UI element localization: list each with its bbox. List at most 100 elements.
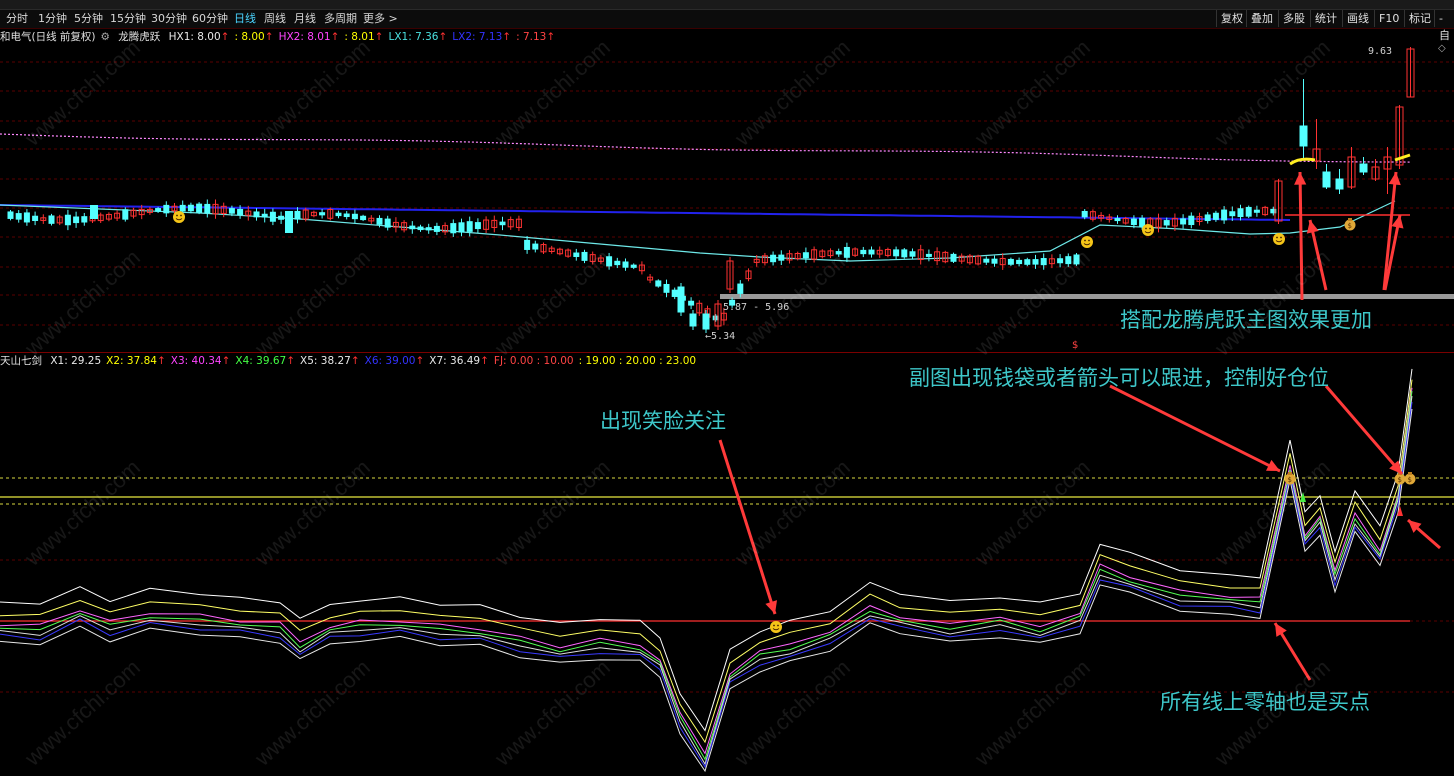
auto-button[interactable]: -自 <box>1434 10 1454 42</box>
smile-icon <box>770 621 782 633</box>
settings-icon[interactable]: ⚙ <box>101 31 110 43</box>
candle-body <box>458 222 465 233</box>
sub-legend-item: : 19.00 : 20.00 : 23.00 <box>578 355 697 367</box>
candle-body <box>253 211 260 218</box>
period-tab-15min[interactable]: 15分钟 <box>110 11 146 27</box>
smiley-face <box>770 621 782 633</box>
candle-body <box>893 249 900 257</box>
money-bag-icon: $ <box>1404 472 1416 485</box>
smiley-eye <box>773 624 775 627</box>
main-legend: 和电气(日线 前复权) ⚙ 龙腾虎跃 HX1: 8.00↑: 8.00↑ HX2: … <box>0 30 565 44</box>
candle-body <box>1237 208 1244 218</box>
high-price-label: 9.63 <box>1368 46 1393 57</box>
expand-icon[interactable]: ◇ <box>1438 43 1446 54</box>
smile-icon <box>1142 224 1154 236</box>
multi-stock-button[interactable]: 多股 <box>1278 10 1309 27</box>
money-bag-neck <box>1288 472 1292 475</box>
candle-body <box>261 213 268 218</box>
candle-body <box>450 223 457 234</box>
candle-body <box>319 212 326 216</box>
candle-body <box>204 203 211 214</box>
up-arrow-icon: ↑ <box>350 355 360 367</box>
period-tab-fenshi[interactable]: 分时 <box>6 11 28 27</box>
candle-body <box>1245 206 1252 217</box>
draw-line-button[interactable]: 画线 <box>1342 10 1373 27</box>
money-bag-neck <box>1398 472 1402 475</box>
candle-body <box>712 315 719 321</box>
mark-button[interactable]: 标记 <box>1404 10 1435 27</box>
smile-icon <box>173 211 185 223</box>
candle-body <box>868 249 875 255</box>
dollar-marker: $ <box>1072 340 1079 351</box>
up-arrow-icon: ↑ <box>330 31 340 43</box>
candle-body <box>622 261 629 268</box>
money-bag-neck <box>1348 218 1352 221</box>
candle-body <box>237 208 244 216</box>
candle-body <box>425 227 432 231</box>
money-bag-icon: $ <box>1394 472 1406 485</box>
candle-body <box>1040 258 1047 266</box>
candle-body <box>1359 163 1368 173</box>
sub-legend-item: X6: 39.00↑ <box>364 355 425 367</box>
sub-legend-item: X7: 36.49↑ <box>429 355 489 367</box>
up-arrow-icon: ↑ <box>220 31 230 43</box>
overlay-button[interactable]: 叠加 <box>1246 10 1277 27</box>
candle-body <box>64 214 71 226</box>
candle-body <box>1163 220 1170 226</box>
price-band <box>720 294 1454 299</box>
smile-icon <box>1273 233 1285 245</box>
candle-body <box>983 258 990 263</box>
up-arrow-icon: ↑ <box>480 355 489 367</box>
smiley-face <box>173 211 185 223</box>
candle-body <box>196 203 203 213</box>
f10-button[interactable]: F10 <box>1374 10 1403 27</box>
candle-body <box>15 213 22 220</box>
ma-line-pink <box>0 133 1411 163</box>
sub-legend-item: X3: 40.34↑ <box>170 355 231 367</box>
candle-body <box>1016 259 1023 265</box>
period-tab-5min[interactable]: 5分钟 <box>74 11 103 27</box>
candle-body <box>770 254 777 263</box>
period-tab-multi[interactable]: 多周期 <box>324 11 357 27</box>
smiley-eye <box>176 214 178 217</box>
candle-body <box>689 313 697 327</box>
period-tab-30min[interactable]: 30分钟 <box>151 11 187 27</box>
statistics-button[interactable]: 统计 <box>1310 10 1341 27</box>
up-arrow-icon: ↑ <box>286 355 296 367</box>
candle-body <box>737 283 744 294</box>
sub-legend-item: X2: 37.84↑ <box>106 355 166 367</box>
smiley-face <box>1142 224 1154 236</box>
candle-body <box>81 216 88 223</box>
main-legend-item: : 8.00↑ <box>234 31 274 43</box>
smile-icon <box>1081 236 1093 248</box>
up-arrow-icon: ↑ <box>156 355 166 367</box>
candle-body <box>778 254 785 261</box>
fuquan-button[interactable]: 复权 <box>1216 10 1247 27</box>
candle-body <box>360 215 367 221</box>
candle-body <box>163 204 170 214</box>
candle-body <box>1212 212 1219 220</box>
candle-body <box>1024 259 1031 265</box>
period-tab-daily[interactable]: 日线 <box>234 11 256 27</box>
candle-body <box>433 225 440 232</box>
candle-body <box>573 252 580 257</box>
annotation-sub-follow: 副图出现钱袋或者箭头可以跟进，控制好仓位 <box>909 366 1329 390</box>
money-bag-symbol: $ <box>1408 476 1412 484</box>
candle-body <box>663 283 670 293</box>
candle-body <box>614 260 621 266</box>
period-tab-60min[interactable]: 60分钟 <box>192 11 228 27</box>
candle-body <box>285 211 293 233</box>
candle-body <box>417 226 424 231</box>
candle-body <box>1114 218 1121 222</box>
candle-body <box>269 211 276 222</box>
period-tab-monthly[interactable]: 月线 <box>294 11 316 27</box>
candle-body <box>1180 218 1187 225</box>
period-tab-weekly[interactable]: 周线 <box>264 11 286 27</box>
sub-legend-item: X5: 38.27↑ <box>300 355 360 367</box>
candle-body <box>909 251 916 257</box>
money-bag-symbol: $ <box>1398 476 1402 484</box>
candle-body <box>384 218 391 228</box>
candle-body <box>474 222 481 230</box>
period-tab-more[interactable]: 更多 > <box>363 11 398 27</box>
period-tab-1min[interactable]: 1分钟 <box>38 11 67 27</box>
